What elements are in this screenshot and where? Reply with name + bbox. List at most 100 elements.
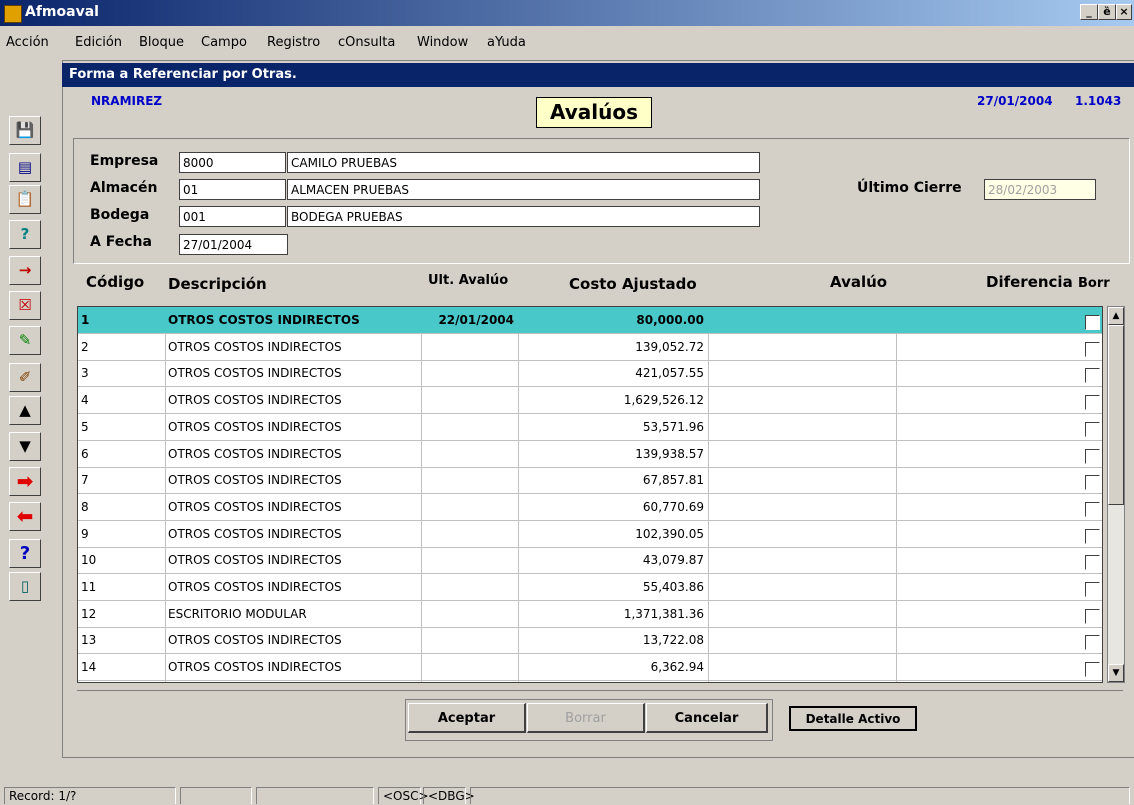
table-row[interactable]: 5 OTROS COSTOS INDIRECTOS 53,571.96 [78,414,1102,441]
cell-codigo[interactable]: 1 [81,307,161,333]
cell-avaluo[interactable] [710,414,894,440]
table-row[interactable]: 4 OTROS COSTOS INDIRECTOS 1,629,526.12 [78,387,1102,415]
cell-codigo[interactable]: 13 [81,627,161,653]
cell-descripcion[interactable]: OTROS COSTOS INDIRECTOS [168,654,418,680]
cell-diferencia[interactable] [898,494,1078,520]
cell-codigo[interactable]: 9 [81,521,161,547]
cell-descripcion[interactable]: OTROS COSTOS INDIRECTOS [168,414,418,440]
cell-diferencia[interactable] [898,467,1078,493]
cell-codigo[interactable]: 8 [81,494,161,520]
empresa-code-field[interactable]: 8000 [179,152,286,173]
next-arrow-icon[interactable]: ➡ [9,467,41,496]
table-row[interactable]: 9 OTROS COSTOS INDIRECTOS 102,390.05 [78,521,1102,548]
borrar-button[interactable]: Borrar [527,703,645,733]
cell-codigo[interactable]: 3 [81,360,161,386]
cell-diferencia[interactable] [898,574,1078,600]
clipboard-icon[interactable]: 📋 [9,185,41,214]
menu-campo[interactable]: Campo [201,35,247,50]
borrar-checkbox[interactable] [1085,341,1100,357]
cell-diferencia[interactable] [898,601,1078,627]
cell-diferencia[interactable] [898,441,1078,467]
table-row[interactable]: 7 OTROS COSTOS INDIRECTOS 67,857.81 [78,467,1102,495]
cell-ult-avaluo[interactable] [424,601,514,627]
table-row[interactable]: 8 OTROS COSTOS INDIRECTOS 60,770.69 [78,494,1102,521]
cell-codigo[interactable]: 10 [81,547,161,573]
cell-avaluo[interactable] [710,467,894,493]
cell-descripcion[interactable]: OTROS COSTOS INDIRECTOS [168,574,418,600]
menu-window[interactable]: Window [417,35,468,50]
cell-descripcion[interactable]: OTROS COSTOS INDIRECTOS [168,441,418,467]
cell-avaluo[interactable] [710,574,894,600]
cell-ult-avaluo[interactable] [424,414,514,440]
cell-descripcion[interactable]: OTROS COSTOS INDIRECTOS [168,547,418,573]
cell-avaluo[interactable] [710,521,894,547]
cell-codigo[interactable]: 14 [81,654,161,680]
up-arrow-icon[interactable]: ▲ [9,396,41,425]
cell-diferencia[interactable] [898,307,1078,333]
scroll-down-icon[interactable]: ▼ [1108,664,1124,682]
cell-costo-ajustado[interactable]: 6,362.94 [521,654,704,680]
eraser-icon[interactable]: ✎ [9,326,41,355]
cell-descripcion[interactable]: OTROS COSTOS INDIRECTOS [168,387,418,413]
scroll-thumb[interactable] [1108,325,1124,505]
borrar-checkbox[interactable] [1085,395,1100,411]
cell-ult-avaluo[interactable] [424,494,514,520]
cell-diferencia[interactable] [898,521,1078,547]
cell-avaluo[interactable] [710,334,894,360]
edit-icon[interactable]: ✐ [9,363,41,392]
prev-arrow-icon[interactable]: ⬅ [9,502,41,531]
borrar-checkbox[interactable] [1085,315,1100,330]
cell-avaluo[interactable] [710,601,894,627]
menu-registro[interactable]: Registro [267,35,320,50]
borrar-checkbox[interactable] [1085,608,1100,624]
cell-costo-ajustado[interactable]: 13,722.08 [521,627,704,653]
cell-ult-avaluo[interactable] [424,360,514,386]
cell-avaluo[interactable] [710,307,894,333]
cell-avaluo[interactable] [710,627,894,653]
borrar-checkbox[interactable] [1085,635,1100,651]
cell-costo-ajustado[interactable]: 139,938.57 [521,441,704,467]
almacen-code-field[interactable]: 01 [179,179,286,200]
cell-descripcion[interactable]: OTROS COSTOS INDIRECTOS [168,307,418,333]
cell-diferencia[interactable] [898,387,1078,413]
cell-ult-avaluo[interactable] [424,467,514,493]
cell-costo-ajustado[interactable]: 421,057.55 [521,360,704,386]
cell-codigo[interactable]: 2 [81,334,161,360]
table-row[interactable]: 14 OTROS COSTOS INDIRECTOS 6,362.94 [78,654,1102,682]
cancelar-button[interactable]: Cancelar [646,703,768,733]
borrar-checkbox[interactable] [1085,582,1100,597]
cell-costo-ajustado[interactable]: 102,390.05 [521,521,704,547]
cell-codigo[interactable]: 4 [81,387,161,413]
cell-codigo[interactable]: 11 [81,574,161,600]
cell-costo-ajustado[interactable]: 60,770.69 [521,494,704,520]
cell-ult-avaluo[interactable] [424,574,514,600]
cell-diferencia[interactable] [898,334,1078,360]
cell-avaluo[interactable] [710,654,894,680]
table-row[interactable]: 1 OTROS COSTOS INDIRECTOS 22/01/2004 80,000… [78,307,1102,334]
cell-ult-avaluo[interactable] [424,654,514,680]
borrar-checkbox[interactable] [1085,421,1100,437]
cell-ult-avaluo[interactable] [424,547,514,573]
cell-ult-avaluo[interactable]: 22/01/2004 [424,307,514,333]
table-scrollbar[interactable]: ▲ ▼ [1107,306,1125,683]
cell-diferencia[interactable] [898,360,1078,386]
cell-descripcion[interactable]: OTROS COSTOS INDIRECTOS [168,334,418,360]
help-icon[interactable]: ? [9,539,41,568]
borrar-checkbox[interactable] [1085,475,1100,491]
cell-costo-ajustado[interactable]: 55,403.86 [521,574,704,600]
cell-costo-ajustado[interactable]: 139,052.72 [521,334,704,360]
cell-ult-avaluo[interactable] [424,627,514,653]
table-row[interactable]: 10 OTROS COSTOS INDIRECTOS 43,079.87 [78,547,1102,575]
borrar-checkbox[interactable] [1085,528,1100,544]
cell-costo-ajustado[interactable]: 43,079.87 [521,547,704,573]
cell-codigo[interactable]: 7 [81,467,161,493]
menu-ayuda[interactable]: aYuda [487,35,526,50]
table-row[interactable]: 13 OTROS COSTOS INDIRECTOS 13,722.08 [78,627,1102,655]
cell-descripcion[interactable]: OTROS COSTOS INDIRECTOS [168,627,418,653]
cell-codigo[interactable]: 12 [81,601,161,627]
detalle-activo-button[interactable]: Detalle Activo [789,706,917,731]
maximize-button[interactable]: ȅ [1098,4,1116,20]
menu-bloque[interactable]: Bloque [139,35,184,50]
cell-avaluo[interactable] [710,494,894,520]
cell-costo-ajustado[interactable]: 1,629,526.12 [521,387,704,413]
